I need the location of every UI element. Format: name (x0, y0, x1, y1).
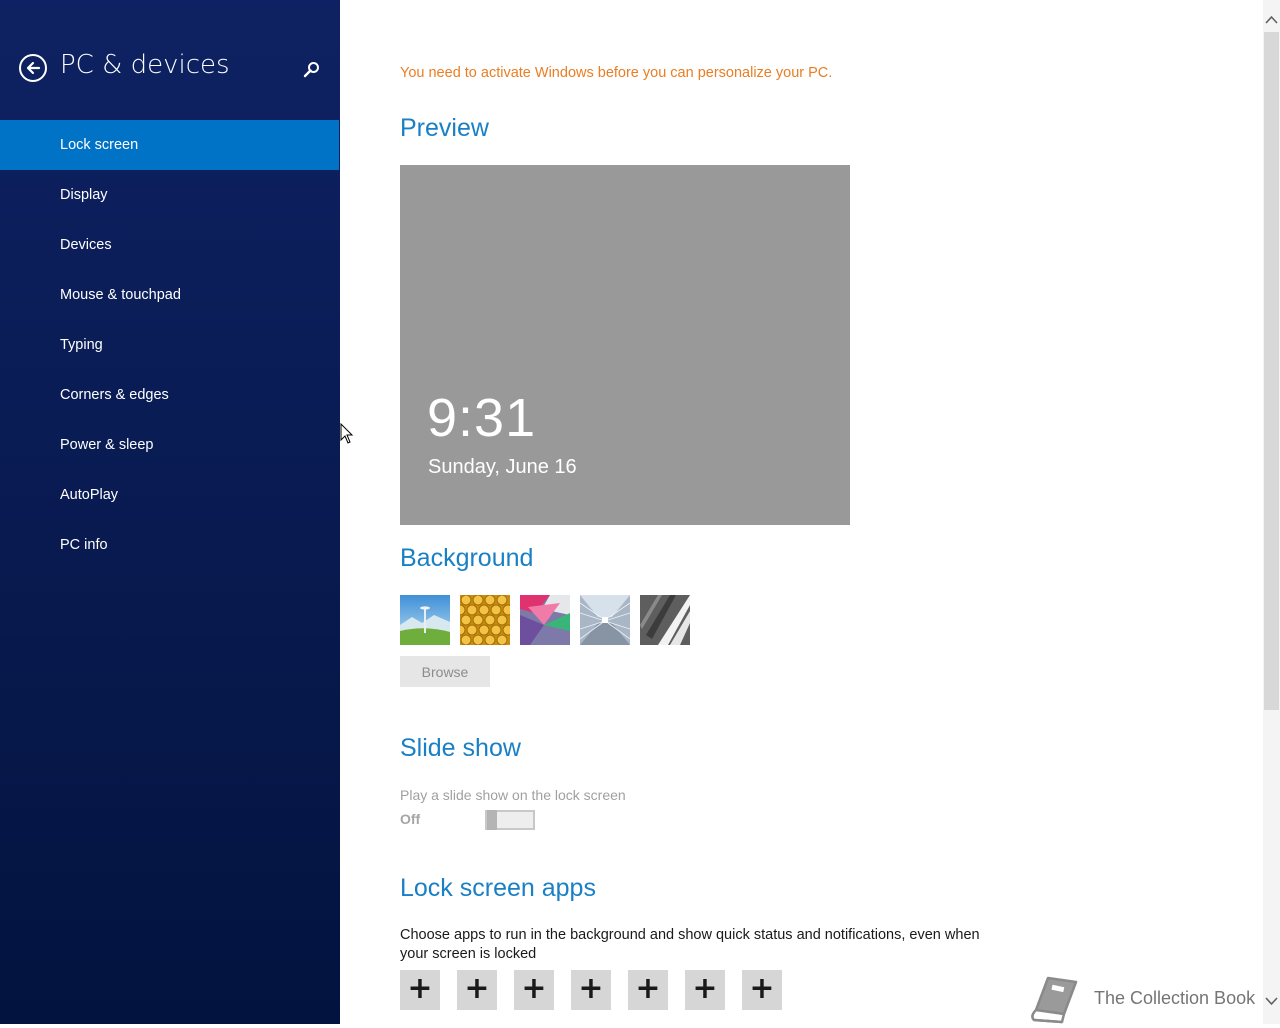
plus-icon: + (749, 971, 775, 1006)
plus-icon: + (407, 971, 433, 1006)
slide-show-state-label: Off (400, 811, 421, 827)
background-heading: Background (400, 544, 534, 572)
search-icon[interactable] (302, 60, 322, 80)
main-content: You need to activate Windows before you … (400, 0, 1260, 1024)
add-app-button[interactable]: + (571, 970, 611, 1010)
sidebar-item-lock-screen[interactable]: Lock screen (0, 120, 339, 170)
sidebar-nav: Lock screen Display Devices Mouse & touc… (0, 120, 340, 570)
toggle-knob (487, 810, 497, 830)
sidebar-item-mouse-touchpad[interactable]: Mouse & touchpad (0, 270, 340, 320)
sidebar: PC & devices Lock screen Display Devices… (0, 0, 340, 1024)
scrollbar-thumb[interactable] (1264, 32, 1279, 710)
plus-icon: + (521, 971, 547, 1006)
background-thumbnail-piano-keys[interactable] (640, 595, 690, 645)
watermark: The Collection Book (1028, 974, 1268, 1024)
add-app-button[interactable]: + (400, 970, 440, 1010)
background-thumbnail-geometric[interactable] (520, 595, 570, 645)
sidebar-item-display[interactable]: Display (0, 170, 340, 220)
background-thumbnail-glass-tunnel[interactable] (580, 595, 630, 645)
preview-date: Sunday, June 16 (428, 456, 577, 478)
background-thumbnail-honeycomb[interactable] (460, 595, 510, 645)
mouse-pointer-icon (340, 422, 354, 449)
scroll-up-chevron-icon[interactable] (1263, 9, 1280, 29)
slide-show-toggle[interactable] (485, 810, 535, 830)
add-app-button[interactable]: + (457, 970, 497, 1010)
add-app-button[interactable]: + (628, 970, 668, 1010)
browse-button[interactable]: Browse (400, 656, 490, 687)
book-icon (1031, 976, 1078, 1024)
vertical-scrollbar[interactable] (1263, 0, 1280, 1024)
sidebar-item-devices[interactable]: Devices (0, 220, 340, 270)
sidebar-item-corners-edges[interactable]: Corners & edges (0, 370, 340, 420)
sidebar-item-autoplay[interactable]: AutoPlay (0, 470, 340, 520)
lock-screen-preview: 9:31 Sunday, June 16 (400, 165, 850, 525)
slide-show-description: Play a slide show on the lock screen (400, 787, 626, 803)
background-thumbnail-space-needle[interactable] (400, 595, 450, 645)
slide-show-heading: Slide show (400, 734, 521, 762)
add-app-button[interactable]: + (742, 970, 782, 1010)
preview-heading: Preview (400, 114, 489, 142)
sidebar-item-pc-info[interactable]: PC info (0, 520, 340, 570)
plus-icon: + (635, 971, 661, 1006)
add-app-button[interactable]: + (685, 970, 725, 1010)
plus-icon: + (464, 971, 490, 1006)
lock-screen-apps-heading: Lock screen apps (400, 874, 596, 902)
sidebar-item-typing[interactable]: Typing (0, 320, 340, 370)
plus-icon: + (692, 971, 718, 1006)
preview-time: 9:31 (427, 388, 537, 448)
plus-icon: + (578, 971, 604, 1006)
activation-warning[interactable]: You need to activate Windows before you … (400, 65, 832, 81)
watermark-text: The Collection Book (1094, 988, 1256, 1008)
sidebar-item-power-sleep[interactable]: Power & sleep (0, 420, 340, 470)
sidebar-title: PC & devices (60, 50, 230, 80)
lock-screen-apps-description: Choose apps to run in the background and… (400, 927, 980, 962)
add-app-button[interactable]: + (514, 970, 554, 1010)
back-arrow-icon[interactable] (19, 54, 47, 82)
